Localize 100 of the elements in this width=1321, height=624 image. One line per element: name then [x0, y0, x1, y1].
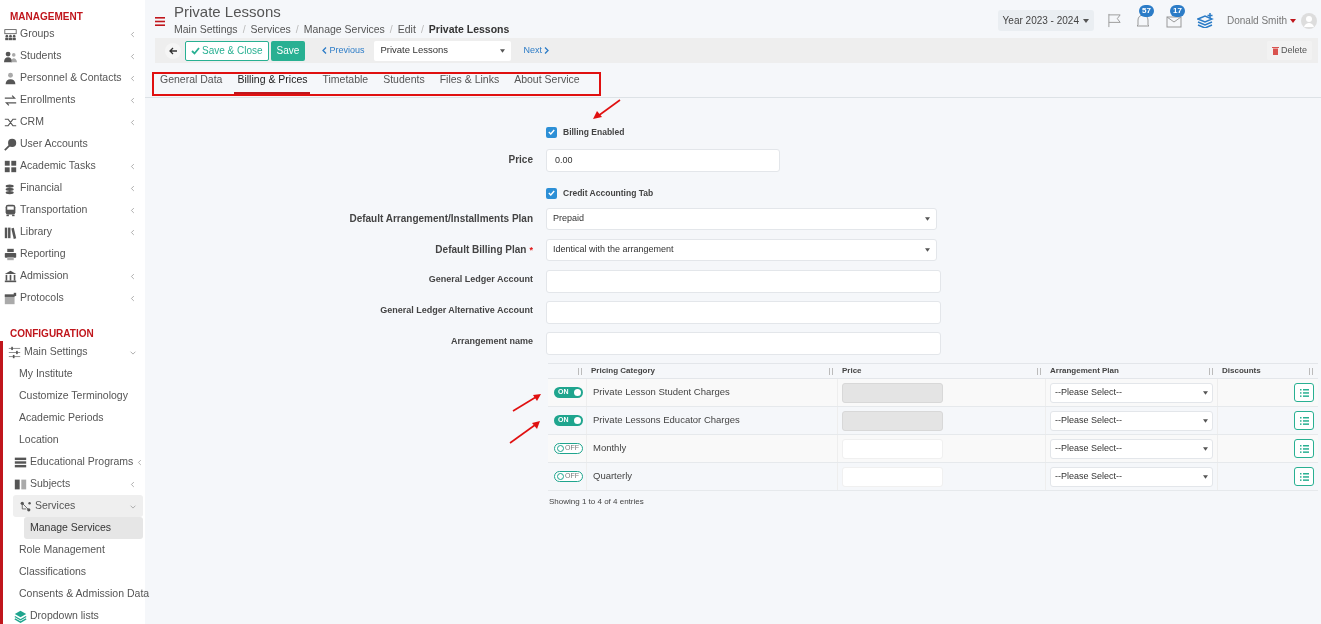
discounts-button[interactable] [1294, 439, 1314, 458]
sidebar-item[interactable]: Location [3, 429, 143, 451]
select-field[interactable]: --Please Select-- [1050, 382, 1213, 403]
menu-icon[interactable] [155, 17, 165, 26]
sidebar-item[interactable]: Groups [0, 23, 143, 45]
input-field[interactable] [546, 332, 941, 355]
column-header[interactable]: Pricing Category [591, 365, 655, 377]
year-selector[interactable]: Year 2023 - 2024 [997, 10, 1094, 31]
sidebar-item[interactable]: Classifications [3, 561, 143, 583]
breadcrumb[interactable]: Services [250, 22, 291, 38]
next-link[interactable]: Next [523, 43, 549, 58]
select-field[interactable]: --Please Select-- [1050, 410, 1213, 431]
input-field[interactable] [546, 270, 941, 293]
message-badge: 17 [1169, 4, 1185, 17]
sidebar-item[interactable]: Admission [0, 265, 143, 287]
sidebar-item[interactable]: Reporting [0, 243, 143, 265]
checkbox-label: Billing Enabled [563, 125, 625, 139]
flag-icon[interactable] [1106, 13, 1122, 28]
back-button[interactable] [165, 42, 181, 59]
list-icon [1299, 472, 1309, 481]
sidebar-item[interactable]: Transportation [0, 199, 143, 221]
field-label: Price [508, 154, 533, 165]
delete-button[interactable]: Delete [1267, 41, 1312, 60]
building-icon [4, 269, 17, 283]
list-icon [1299, 388, 1309, 397]
input-field[interactable] [546, 301, 941, 324]
chevron-icon [129, 161, 137, 171]
record-select[interactable]: Private Lessons [374, 40, 512, 61]
avatar-silhouette[interactable] [1301, 12, 1317, 29]
sort-icon [1308, 367, 1314, 375]
check-icon [191, 46, 200, 55]
breadcrumb-separator: / [389, 22, 393, 37]
column-header[interactable]: Discounts [1222, 365, 1261, 377]
sidebar-item[interactable]: Customize Terminology [3, 385, 143, 407]
discounts-button[interactable] [1294, 383, 1314, 402]
user-menu[interactable]: Donald Smith [1226, 13, 1296, 28]
sidebar-item[interactable]: Financial [0, 177, 143, 199]
grid-icon [4, 159, 17, 173]
calendar-icon [4, 291, 17, 305]
sidebar-item[interactable]: Personnel & Contacts [0, 67, 143, 89]
sidebar-item[interactable]: My Institute [3, 363, 143, 385]
tab[interactable]: Files & Links [436, 72, 503, 94]
sidebar-item[interactable]: Academic Periods [3, 407, 143, 429]
section-heading: CONFIGURATION [9, 327, 95, 341]
checkbox-label: Credit Accounting Tab [563, 186, 654, 200]
sidebar-item[interactable]: User Accounts [0, 133, 143, 155]
table-cell: Private Lesson Student Charges [593, 385, 730, 400]
caret-icon [1290, 18, 1296, 23]
chevron-right-icon [543, 47, 549, 54]
sidebar-item[interactable]: Academic Tasks [0, 155, 143, 177]
sidebar-item[interactable]: Dropdown lists [3, 605, 143, 624]
tab[interactable]: About Service [511, 72, 583, 94]
caret-icon [1203, 418, 1208, 423]
sidebar-item-label: Classifications [19, 564, 87, 580]
select-field[interactable]: Identical with the arrangement [546, 239, 937, 261]
sidebar-item[interactable]: Students [0, 45, 143, 67]
checkbox[interactable] [546, 187, 557, 199]
chevron-icon [129, 271, 137, 281]
sort-icon [1208, 367, 1214, 375]
select-field[interactable]: --Please Select-- [1050, 466, 1213, 487]
breadcrumb[interactable]: Edit [397, 22, 416, 38]
column-header[interactable]: Price [842, 365, 862, 377]
chevron-icon [129, 293, 137, 303]
tab[interactable]: General Data [157, 72, 226, 94]
chevron-icon [129, 479, 137, 489]
layers-plus-icon[interactable] [1196, 13, 1214, 28]
breadcrumb-separator: / [420, 22, 424, 37]
sidebar-item-label: Location [19, 432, 59, 448]
breadcrumb[interactable]: Main Settings [174, 22, 238, 38]
sidebar-item[interactable]: Library [0, 221, 143, 243]
caret-icon [500, 48, 506, 53]
sidebar-item[interactable]: Enrollments [0, 89, 143, 111]
select-field[interactable]: --Please Select-- [1050, 438, 1213, 459]
input-field[interactable]: 0.00 [546, 149, 780, 172]
chevron-left-icon [322, 47, 328, 54]
discounts-button[interactable] [1294, 411, 1314, 430]
select-field[interactable]: Prepaid [546, 208, 937, 230]
discounts-button[interactable] [1294, 467, 1314, 486]
bus-icon [4, 203, 17, 217]
back-arrow-icon [168, 46, 178, 55]
previous-link[interactable]: Previous [322, 43, 365, 58]
sidebar-item[interactable]: Services [13, 495, 143, 517]
tab[interactable]: Students [380, 72, 428, 94]
tab[interactable]: Billing & Prices [234, 72, 311, 94]
sidebar-item[interactable]: Main Settings [3, 341, 143, 363]
sidebar-item[interactable]: CRM [0, 111, 143, 133]
printer-icon [4, 247, 17, 261]
checkbox[interactable] [546, 126, 557, 138]
sidebar-item[interactable]: Subjects [3, 473, 143, 495]
layers-icon [14, 609, 27, 623]
sliders-icon [8, 345, 21, 359]
tab[interactable]: Timetable [319, 72, 372, 94]
breadcrumb[interactable]: Manage Services [303, 22, 385, 38]
column-header[interactable]: Arrangement Plan [1050, 365, 1119, 377]
sidebar-item[interactable]: Manage Services [24, 517, 143, 539]
sidebar-item[interactable]: Role Management [3, 539, 143, 561]
sidebar-item[interactable]: Protocols [0, 287, 143, 309]
coins-icon [4, 181, 17, 195]
sidebar-item[interactable]: Educational Programs [3, 451, 143, 473]
caret-icon [1203, 390, 1208, 395]
